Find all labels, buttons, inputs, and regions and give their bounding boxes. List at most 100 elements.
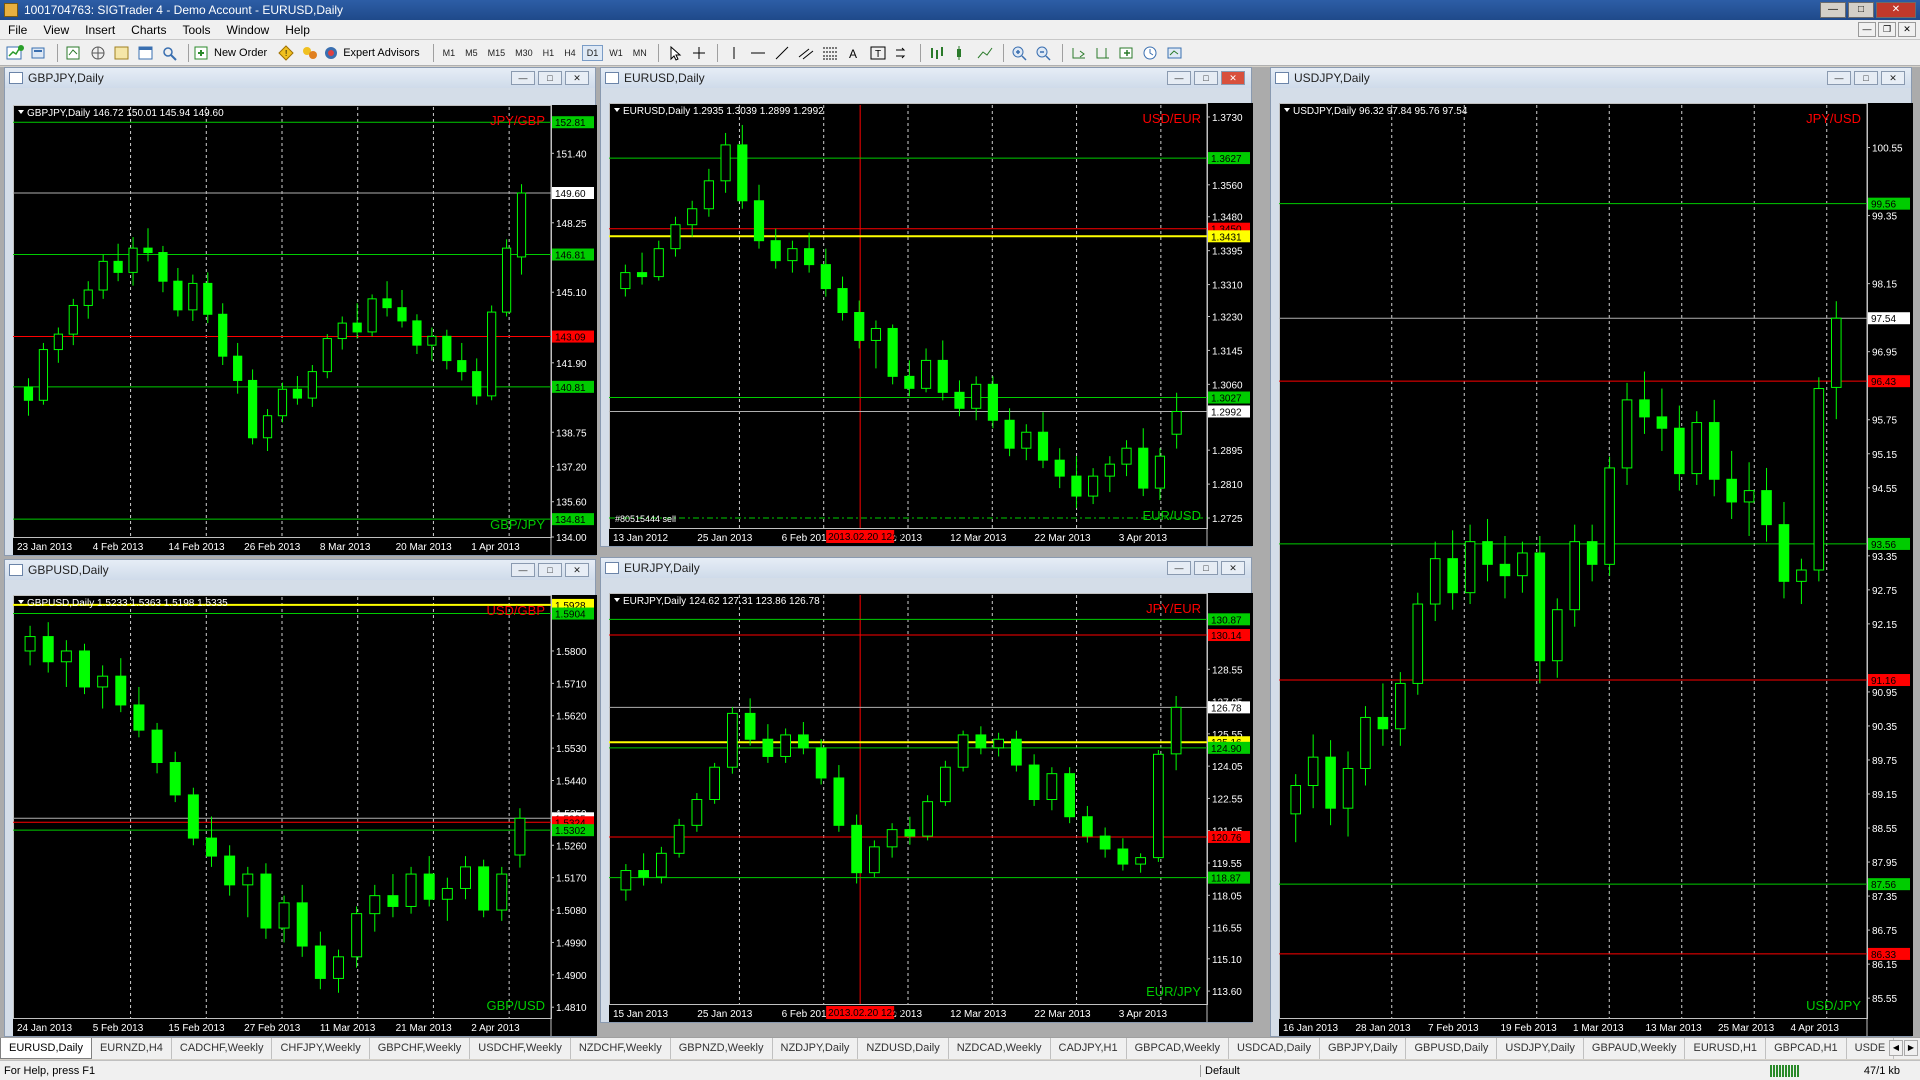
fibonacci-icon[interactable] (819, 43, 841, 63)
vertical-line-icon[interactable] (723, 43, 745, 63)
chart-tab[interactable]: GBPJPY,Daily (1320, 1038, 1407, 1059)
chart-tab[interactable]: NZDCAD,Weekly (949, 1038, 1051, 1059)
chart-tab[interactable]: CADCHF,Weekly (172, 1038, 273, 1059)
tab-scroll-right-icon[interactable]: ▶ (1904, 1040, 1918, 1056)
expert-advisors-button[interactable]: Expert Advisors (323, 45, 420, 61)
chart-canvas[interactable]: 15 Jan 201325 Jan 20136 Feb 201328 Feb 2… (609, 593, 1253, 1022)
autotrading-icon[interactable] (299, 43, 321, 63)
chart-tab[interactable]: USDJPY,Daily (1497, 1038, 1584, 1059)
tester-icon[interactable] (159, 43, 181, 63)
chart-close-icon[interactable]: ✕ (1221, 561, 1245, 575)
chart-maximize-icon[interactable]: □ (1854, 71, 1878, 85)
maximize-icon[interactable]: □ (1848, 2, 1874, 18)
chart-tab[interactable]: NZDUSD,Daily (858, 1038, 949, 1059)
menu-help[interactable]: Help (277, 23, 318, 37)
chart-close-icon[interactable]: ✕ (565, 563, 589, 577)
price-chart[interactable]: 23 Jan 2013 4 Feb 2013 14 Feb 2013 26 Feb 2… (13, 105, 597, 555)
zoom-out-icon[interactable] (1033, 43, 1055, 63)
horizontal-line-icon[interactable] (747, 43, 769, 63)
crosshair-icon[interactable] (688, 43, 710, 63)
chart-tab[interactable]: NZDCHF,Weekly (571, 1038, 671, 1059)
line-chart-icon[interactable] (974, 43, 996, 63)
chart-tab[interactable]: GBPAUD,Weekly (1584, 1038, 1686, 1059)
chart-tab[interactable]: EURUSD,H1 (1685, 1038, 1767, 1059)
chart-tab[interactable]: NZDJPY,Daily (773, 1038, 859, 1059)
chart-tab[interactable]: GBPUSD,Daily (1406, 1038, 1498, 1059)
menu-tools[interactable]: Tools (175, 23, 219, 37)
templates-icon[interactable] (1164, 43, 1186, 63)
chart-window-titlebar[interactable]: USDJPY,Daily — □ ✕ (1271, 68, 1911, 88)
chart-canvas[interactable]: 16 Jan 2013 28 Jan 2013 7 Feb 2013 19 Feb 2… (1279, 103, 1913, 1036)
chart-tab[interactable]: CADJPY,H1 (1051, 1038, 1127, 1059)
chart-maximize-icon[interactable]: □ (538, 563, 562, 577)
timeframe-m30[interactable]: M30 (511, 46, 537, 60)
menu-window[interactable]: Window (219, 23, 278, 37)
chart-canvas[interactable]: 13 Jan 201225 Jan 20136 Feb 201328 Feb 2… (609, 103, 1253, 546)
chart-tab[interactable]: GBPCAD,Weekly (1127, 1038, 1229, 1059)
bar-chart-icon[interactable] (926, 43, 948, 63)
indicators-icon[interactable] (1116, 43, 1138, 63)
timeframe-d1[interactable]: D1 (581, 44, 604, 61)
price-chart[interactable]: 15 Jan 201325 Jan 20136 Feb 201328 Feb 2… (609, 593, 1253, 1022)
chart-tab[interactable]: USDCAD,Daily (1229, 1038, 1320, 1059)
mdi-restore-icon[interactable]: ❐ (1878, 22, 1896, 37)
menu-view[interactable]: View (35, 23, 77, 37)
chart-window-gbpjpy[interactable]: GBPJPY,Daily — □ ✕ 23 Jan 2013 4 Feb 2013… (4, 67, 597, 556)
timeframe-h4[interactable]: H4 (560, 46, 580, 60)
chart-tab[interactable]: GBPNZD,Weekly (671, 1038, 773, 1059)
chart-minimize-icon[interactable]: — (1167, 71, 1191, 85)
menu-charts[interactable]: Charts (123, 23, 174, 37)
chart-tab[interactable]: EURUSD,Daily (0, 1038, 92, 1059)
menu-insert[interactable]: Insert (77, 23, 123, 37)
chart-tab[interactable]: EURNZD,H4 (92, 1038, 172, 1059)
price-chart[interactable]: 16 Jan 2013 28 Jan 2013 7 Feb 2013 19 Feb 2… (1279, 103, 1913, 1036)
chart-tab[interactable]: CHFJPY,Weekly (272, 1038, 370, 1059)
candlestick-icon[interactable] (950, 43, 972, 63)
chart-close-icon[interactable]: ✕ (1881, 71, 1905, 85)
minimize-icon[interactable]: — (1820, 2, 1846, 18)
timeframe-w1[interactable]: W1 (605, 46, 627, 60)
chart-window-eurjpy[interactable]: EURJPY,Daily — □ ✕ 15 Jan 2013 25 Jan 201… (600, 557, 1253, 1023)
chart-window-titlebar[interactable]: GBPUSD,Daily — □ ✕ (5, 560, 595, 580)
chart-minimize-icon[interactable]: — (1167, 561, 1191, 575)
terminal-icon[interactable] (135, 43, 157, 63)
chart-window-titlebar[interactable]: GBPJPY,Daily — □ ✕ (5, 68, 595, 88)
chart-close-icon[interactable]: ✕ (1221, 71, 1245, 85)
chart-tab[interactable]: GBPCAD,H1 (1766, 1038, 1847, 1059)
close-icon[interactable]: ✕ (1876, 2, 1916, 18)
channel-icon[interactable] (795, 43, 817, 63)
chart-maximize-icon[interactable]: □ (1194, 561, 1218, 575)
chart-close-icon[interactable]: ✕ (565, 71, 589, 85)
price-chart[interactable]: 13 Jan 201225 Jan 20136 Feb 201328 Feb 2… (609, 103, 1253, 546)
text-label-icon[interactable]: T (867, 43, 889, 63)
chart-canvas[interactable]: 24 Jan 2013 5 Feb 2013 15 Feb 2013 27 Feb 2… (13, 595, 597, 1036)
chart-tab[interactable]: GBPCHF,Weekly (370, 1038, 471, 1059)
timeframe-m1[interactable]: M1 (439, 46, 460, 60)
new-chart-icon[interactable] (4, 43, 26, 63)
data-window-icon[interactable] (87, 43, 109, 63)
chart-tab[interactable]: USDE (1847, 1038, 1895, 1059)
price-chart[interactable]: 24 Jan 2013 5 Feb 2013 15 Feb 2013 27 Feb 2… (13, 595, 597, 1036)
chart-minimize-icon[interactable]: — (1827, 71, 1851, 85)
alert-icon[interactable]: ! (275, 43, 297, 63)
navigator-icon[interactable] (111, 43, 133, 63)
chart-shift-icon[interactable] (1092, 43, 1114, 63)
chart-maximize-icon[interactable]: □ (538, 71, 562, 85)
chart-minimize-icon[interactable]: — (511, 71, 535, 85)
chart-minimize-icon[interactable]: — (511, 563, 535, 577)
cursor-icon[interactable] (664, 43, 686, 63)
chart-window-eurusd[interactable]: EURUSD,Daily — □ ✕ 13 Jan 2012 25 Jan 201… (600, 67, 1253, 547)
text-icon[interactable]: A (843, 43, 865, 63)
chart-window-titlebar[interactable]: EURUSD,Daily — □ ✕ (601, 68, 1251, 88)
timeframe-m5[interactable]: M5 (461, 46, 482, 60)
chart-tab[interactable]: USDCHF,Weekly (470, 1038, 571, 1059)
trendline-icon[interactable] (771, 43, 793, 63)
arrows-icon[interactable] (891, 43, 913, 63)
mdi-close-icon[interactable]: ✕ (1898, 22, 1916, 37)
mdi-minimize-icon[interactable]: — (1858, 22, 1876, 37)
menu-file[interactable]: File (0, 23, 35, 37)
zoom-in-icon[interactable] (1009, 43, 1031, 63)
timeframe-h1[interactable]: H1 (539, 46, 559, 60)
chart-canvas[interactable]: 23 Jan 2013 4 Feb 2013 14 Feb 2013 26 Feb 2… (13, 105, 597, 555)
chart-window-usdjpy[interactable]: USDJPY,Daily — □ ✕ 16 Jan 2013 28 Jan 201… (1270, 67, 1913, 1037)
